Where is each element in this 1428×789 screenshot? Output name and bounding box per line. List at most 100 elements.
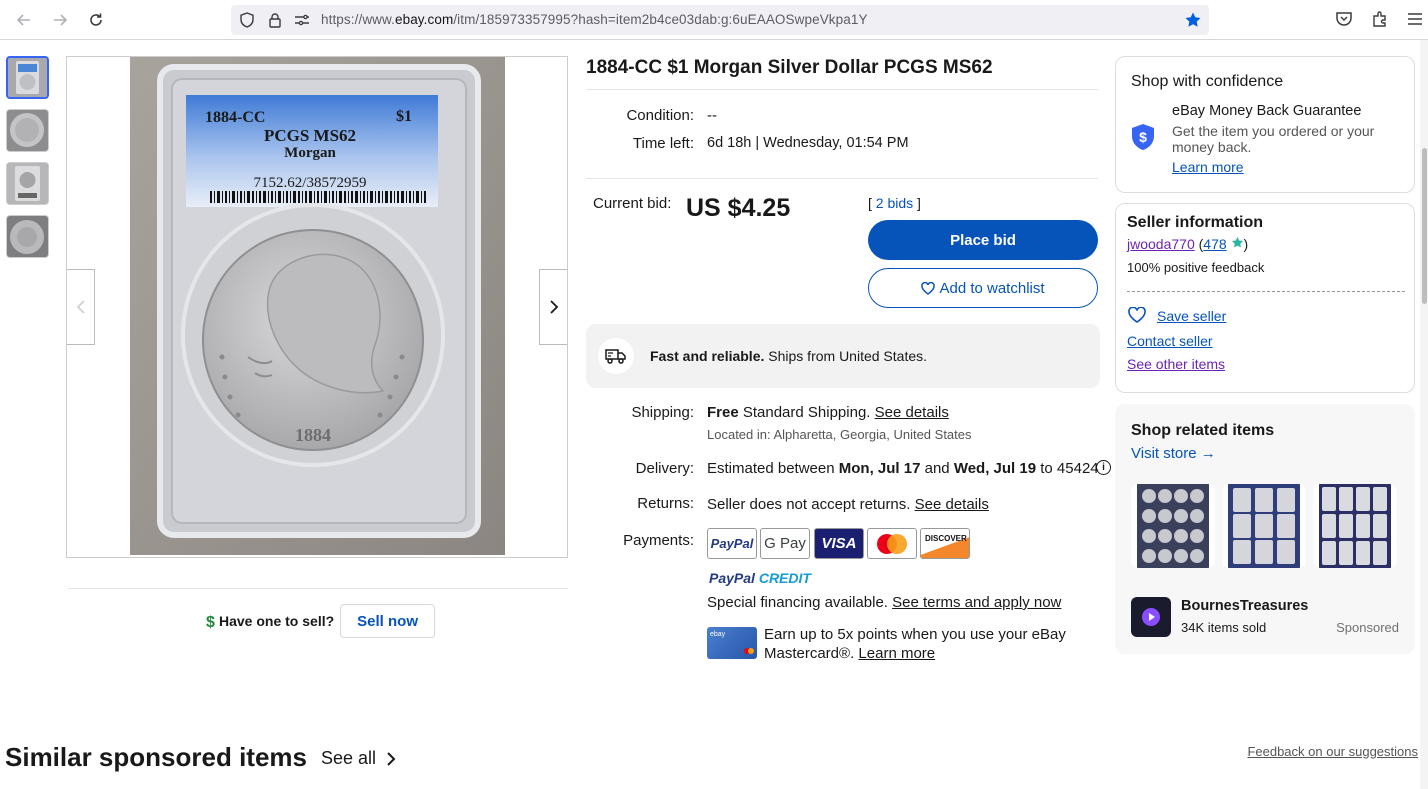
divider: [586, 178, 1098, 179]
coin-year: 1884: [295, 425, 331, 445]
guarantee-title: eBay Money Back Guarantee: [1172, 103, 1362, 119]
info-icon[interactable]: i: [1096, 460, 1111, 475]
paypal-credit-logo: PayPal CREDIT: [709, 570, 811, 586]
item-title: 1884-CC $1 Morgan Silver Dollar PCGS MS6…: [586, 57, 993, 78]
mastercard-logo: [867, 528, 917, 559]
svg-text:$: $: [1139, 129, 1147, 145]
slab-label-cert: 7152.62/38572959: [254, 175, 367, 191]
store-logo[interactable]: [1131, 597, 1171, 637]
store-name[interactable]: BournesTreasures: [1181, 598, 1308, 614]
returns-value: Seller does not accept returns. See deta…: [707, 496, 989, 513]
seller-info-title: Seller information: [1127, 214, 1264, 231]
arrow-right-icon: →: [1200, 445, 1216, 462]
divider: [586, 89, 1098, 90]
returns-label: Returns:: [637, 495, 694, 512]
svg-text:ebay: ebay: [710, 631, 726, 638]
bookmark-star-icon[interactable]: [1184, 11, 1201, 27]
prev-image-button[interactable]: [67, 269, 95, 345]
bids-count: [ 2 bids ]: [868, 195, 921, 211]
mastercard-promo: Earn up to 5x points when you use your e…: [764, 626, 1066, 662]
see-other-items-link[interactable]: See other items: [1127, 356, 1225, 372]
see-all-link[interactable]: See all: [321, 748, 398, 769]
address-bar[interactable]: https://www.ebay.com/itm/185973357995?ha…: [231, 5, 1209, 35]
add-to-watchlist-button[interactable]: Add to watchlist: [868, 268, 1098, 308]
thumbnail-3[interactable]: [6, 162, 49, 205]
shipping-label: Shipping:: [631, 404, 694, 421]
slab-label-type: Morgan: [284, 145, 336, 161]
contact-seller-link[interactable]: Contact seller: [1127, 333, 1213, 349]
menu-icon[interactable]: [1406, 10, 1426, 30]
heart-icon: [921, 281, 936, 295]
seller-star-icon: [1231, 236, 1243, 248]
confidence-title: Shop with confidence: [1131, 73, 1284, 90]
money-back-shield-icon: $: [1132, 124, 1154, 150]
seller-feedback: 100% positive feedback: [1127, 260, 1265, 275]
forward-icon[interactable]: [48, 8, 72, 32]
mastercard-learn-more-link[interactable]: Learn more: [858, 645, 935, 662]
save-seller-link[interactable]: Save seller: [1157, 308, 1226, 324]
reload-icon[interactable]: [84, 8, 108, 32]
related-title: Shop related items: [1131, 422, 1275, 439]
discover-logo: DISCOVER: [920, 528, 970, 559]
visa-logo: VISA: [814, 528, 864, 559]
confidence-learn-more-link[interactable]: Learn more: [1172, 159, 1244, 175]
shipping-value: Free Standard Shipping. See details: [707, 404, 949, 421]
condition-label: Condition:: [626, 107, 694, 124]
add-to-watchlist-label: Add to watchlist: [939, 279, 1045, 297]
back-icon[interactable]: [12, 8, 36, 32]
thumbnail-2[interactable]: [6, 109, 49, 152]
shipping-banner-text: Fast and reliable. Ships from United Sta…: [650, 348, 928, 364]
slab-label-denomination: $1: [396, 108, 412, 125]
place-bid-button[interactable]: Place bid: [868, 220, 1098, 260]
shipping-see-details-link[interactable]: See details: [875, 404, 949, 421]
related-item-2[interactable]: [1222, 484, 1306, 568]
sponsored-label: Sponsored: [1336, 620, 1399, 635]
svg-text:$: $: [206, 614, 215, 630]
shop-related-items: Shop related items Visit store → Bournes…: [1115, 404, 1415, 654]
tracking-shield-icon[interactable]: [239, 12, 255, 28]
similar-sponsored-title: Similar sponsored items: [5, 742, 307, 772]
permissions-icon[interactable]: [294, 12, 310, 28]
related-item-1[interactable]: [1131, 484, 1215, 568]
sell-prompt: $ Have one to sell? Sell now: [205, 604, 435, 638]
visit-store-link[interactable]: Visit store →: [1131, 445, 1216, 462]
bids-link[interactable]: 2 bids: [876, 195, 913, 211]
current-bid-price: US $4.25: [686, 194, 791, 222]
scrollbar-thumb[interactable]: [1422, 148, 1427, 304]
slab-label-year: 1884-CC: [205, 109, 265, 126]
shop-with-confidence-box: Shop with confidence $ eBay Money Back G…: [1115, 56, 1415, 193]
heart-icon[interactable]: [1128, 307, 1146, 323]
divider: [68, 588, 568, 589]
paypal-logo: PayPal: [707, 528, 757, 559]
sell-question: Have one to sell?: [219, 613, 335, 629]
slab-label-grade: PCGS MS62: [264, 126, 356, 145]
next-image-button[interactable]: [539, 269, 567, 345]
financing-terms-link[interactable]: See terms and apply now: [892, 594, 1061, 611]
ebay-mastercard-image: ebay: [707, 627, 757, 659]
returns-see-details-link[interactable]: See details: [915, 496, 989, 513]
chevron-right-icon: [387, 751, 396, 766]
seller-name-row: jwooda770 (478 ): [1127, 236, 1249, 252]
lock-icon[interactable]: [267, 12, 283, 28]
seller-score-link[interactable]: 478: [1203, 236, 1226, 252]
url-text[interactable]: https://www.ebay.com/itm/185973357995?ha…: [321, 12, 868, 27]
extensions-icon[interactable]: [1371, 10, 1391, 30]
store-items-sold: 34K items sold: [1181, 620, 1267, 635]
coin-slab-photo[interactable]: 1884-CC $1 PCGS MS62 Morgan 7152.62/3857…: [130, 57, 505, 555]
thumbnail-1[interactable]: [6, 56, 49, 99]
pocket-icon[interactable]: [1335, 10, 1355, 30]
page-scrollbar[interactable]: [1420, 40, 1428, 789]
related-item-3[interactable]: [1313, 484, 1397, 568]
main-image-frame[interactable]: 1884-CC $1 PCGS MS62 Morgan 7152.62/3857…: [66, 56, 568, 558]
thumbnail-4[interactable]: [6, 215, 49, 258]
time-left-value: 6d 18h | Wednesday, 01:54 PM: [707, 135, 909, 151]
sell-now-button[interactable]: Sell now: [340, 604, 435, 638]
seller-name-link[interactable]: jwooda770: [1127, 236, 1195, 252]
feedback-suggestions-link[interactable]: Feedback on our suggestions: [1247, 744, 1418, 759]
browser-toolbar: https://www.ebay.com/itm/185973357995?ha…: [0, 0, 1428, 40]
dollar-icon: $: [206, 614, 215, 630]
time-left-label: Time left:: [632, 135, 694, 152]
dotted-divider: [1127, 291, 1405, 292]
shipping-banner: Fast and reliable. Ships from United Sta…: [586, 324, 1100, 388]
chevron-right-icon: [549, 300, 558, 314]
